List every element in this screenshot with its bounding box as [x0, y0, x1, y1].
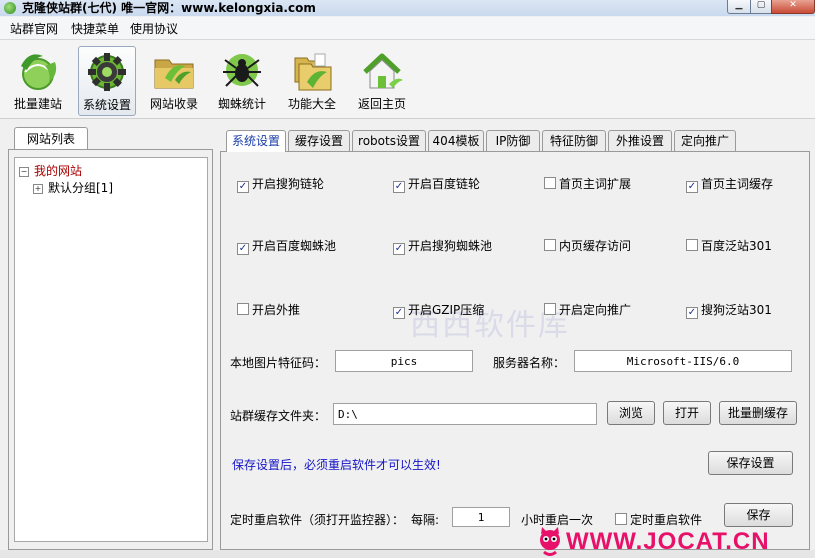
toolbar-label: 批量建站 — [13, 97, 62, 111]
checkbox-targeted-promotion[interactable]: 开启定向推广 — [544, 301, 631, 318]
checkbox-baidu-spider-pool[interactable]: ✓ 开启百度蜘蛛池 — [237, 237, 336, 255]
toolbar-system-settings-button[interactable]: 系统设置 — [78, 46, 136, 116]
tab-system-settings[interactable]: 系统设置 — [226, 130, 286, 152]
minimize-button[interactable]: ▁ — [727, 0, 751, 14]
menu-item-site-official[interactable]: 站群官网 — [10, 20, 58, 37]
cache-folder-input[interactable]: D:\ — [333, 403, 597, 425]
interval-label: 每隔: — [411, 513, 440, 527]
image-code-label: 本地图片特征码： — [230, 356, 327, 370]
checkbox-mark[interactable]: ✓ — [237, 243, 249, 255]
toolbar-label: 系统设置 — [82, 98, 131, 112]
gear-icon — [84, 49, 130, 95]
checkbox-mark[interactable]: ✓ — [237, 181, 249, 193]
checkbox-home-keyword-expand[interactable]: 首页主词扩展 — [544, 175, 631, 192]
toolbar-home-button[interactable]: 返回主页 — [354, 46, 410, 114]
tab-404-template[interactable]: 404模板 — [428, 130, 484, 151]
cat-icon — [540, 527, 560, 556]
window-title: 克隆侠站群(七代) 唯一官网：www.kelongxia.com — [22, 1, 316, 15]
checkbox-mark[interactable]: ✓ — [686, 307, 698, 319]
toolbar-label: 返回主页 — [357, 97, 406, 111]
tab-robots-settings[interactable]: robots设置 — [352, 130, 426, 151]
checkbox-mark[interactable] — [544, 303, 556, 315]
checkbox-mark[interactable] — [544, 239, 556, 251]
timer-restart-label: 定时重启软件（须打开监控器）： — [230, 513, 405, 527]
batch-delete-cache-button[interactable]: 批量删缓存 — [719, 401, 797, 425]
folders-icon — [289, 48, 335, 94]
checkbox-mark[interactable]: ✓ — [393, 307, 405, 319]
restart-notice: 保存设置后，必须重启软件才可以生效! — [232, 458, 441, 472]
site-list-box: − 我的网站 + 默认分组[1] — [8, 149, 213, 550]
toolbar-label: 网站收录 — [149, 97, 198, 111]
toolbar: 批量建站 系统设置 网站收录 蜘蛛统计 功能大全 返回主页 — [0, 40, 815, 119]
tree-node-default-group[interactable]: + 默认分组[1] — [33, 179, 113, 196]
checkbox-gzip[interactable]: ✓ 开启GZIP压缩 — [393, 301, 484, 319]
tab-cache-settings[interactable]: 缓存设置 — [288, 130, 350, 151]
spider-icon — [219, 48, 265, 94]
toolbar-batch-build-button[interactable]: 批量建站 — [10, 46, 66, 114]
checkbox-enable-outreach[interactable]: 开启外推 — [237, 301, 300, 318]
jocat-text: WWW.JOCAT.CN — [566, 528, 770, 555]
checkbox-baidu-link-wheel[interactable]: ✓ 开启百度链轮 — [393, 175, 480, 193]
tab-site-list[interactable]: 网站列表 — [14, 127, 88, 150]
checkbox-sogou-link-wheel[interactable]: ✓ 开启搜狗链轮 — [237, 175, 324, 193]
browse-button[interactable]: 浏览 — [607, 401, 655, 425]
app-icon — [4, 2, 16, 14]
checkbox-mark[interactable] — [544, 177, 556, 189]
jocat-logo: WWW.JOCAT.CN — [533, 525, 815, 558]
save-settings-button[interactable]: 保存设置 — [708, 451, 793, 475]
checkbox-baidu-wildcard-301[interactable]: 百度泛站301 — [686, 237, 772, 254]
globe-leaf-icon — [15, 48, 61, 94]
close-button[interactable]: ✕ — [771, 0, 815, 14]
server-name-label: 服务器名称： — [493, 356, 566, 370]
menu-bar: 站群官网 快捷菜单 使用协议 — [0, 17, 815, 40]
checkbox-sogou-spider-pool[interactable]: ✓ 开启搜狗蜘蛛池 — [393, 237, 492, 255]
server-name-input[interactable]: Microsoft-IIS/6.0 — [574, 350, 792, 372]
expand-icon[interactable]: + — [33, 183, 43, 194]
title-bar: 克隆侠站群(七代) 唯一官网：www.kelongxia.com ▁ ▢ ✕ — [0, 0, 815, 16]
toolbar-label: 功能大全 — [287, 97, 336, 111]
toolbar-label: 蜘蛛统计 — [217, 97, 266, 111]
open-button[interactable]: 打开 — [663, 401, 711, 425]
save-button[interactable]: 保存 — [724, 503, 793, 527]
home-icon — [359, 48, 405, 94]
tab-feature-defense[interactable]: 特征防御 — [542, 130, 606, 151]
checkbox-mark[interactable]: ✓ — [686, 181, 698, 193]
checkbox-mark[interactable] — [686, 239, 698, 251]
menu-item-agreement[interactable]: 使用协议 — [130, 20, 178, 37]
checkbox-mark[interactable]: ✓ — [393, 243, 405, 255]
menu-item-quick-menu[interactable]: 快捷菜单 — [71, 20, 119, 37]
toolbar-site-indexing-button[interactable]: 网站收录 — [146, 46, 202, 114]
folder-icon — [151, 48, 197, 94]
tab-ip-defense[interactable]: IP防御 — [486, 130, 540, 151]
site-tree: − 我的网站 + 默认分组[1] — [14, 157, 208, 542]
maximize-button[interactable]: ▢ — [750, 0, 772, 14]
tab-targeted-promotion[interactable]: 定向推广 — [674, 130, 736, 151]
checkbox-mark[interactable] — [615, 513, 627, 525]
tree-node-my-sites[interactable]: − 我的网站 — [19, 162, 82, 179]
checkbox-sogou-wildcard-301[interactable]: ✓ 搜狗泛站301 — [686, 301, 772, 319]
cache-folder-label: 站群缓存文件夹： — [230, 409, 327, 423]
interval-input[interactable]: 1 — [452, 507, 510, 527]
collapse-icon[interactable]: − — [19, 166, 29, 177]
toolbar-spider-stats-button[interactable]: 蜘蛛统计 — [214, 46, 270, 114]
toolbar-features-button[interactable]: 功能大全 — [284, 46, 340, 114]
checkbox-mark[interactable] — [237, 303, 249, 315]
checkbox-mark[interactable]: ✓ — [393, 181, 405, 193]
tab-outreach-settings[interactable]: 外推设置 — [608, 130, 672, 151]
checkbox-inner-cache-access[interactable]: 内页缓存访问 — [544, 237, 631, 254]
image-code-input[interactable]: pics — [335, 350, 473, 372]
site-list-panel: 网站列表 − 我的网站 + 默认分组[1] — [8, 125, 213, 550]
checkbox-home-keyword-cache[interactable]: ✓ 首页主词缓存 — [686, 175, 773, 193]
